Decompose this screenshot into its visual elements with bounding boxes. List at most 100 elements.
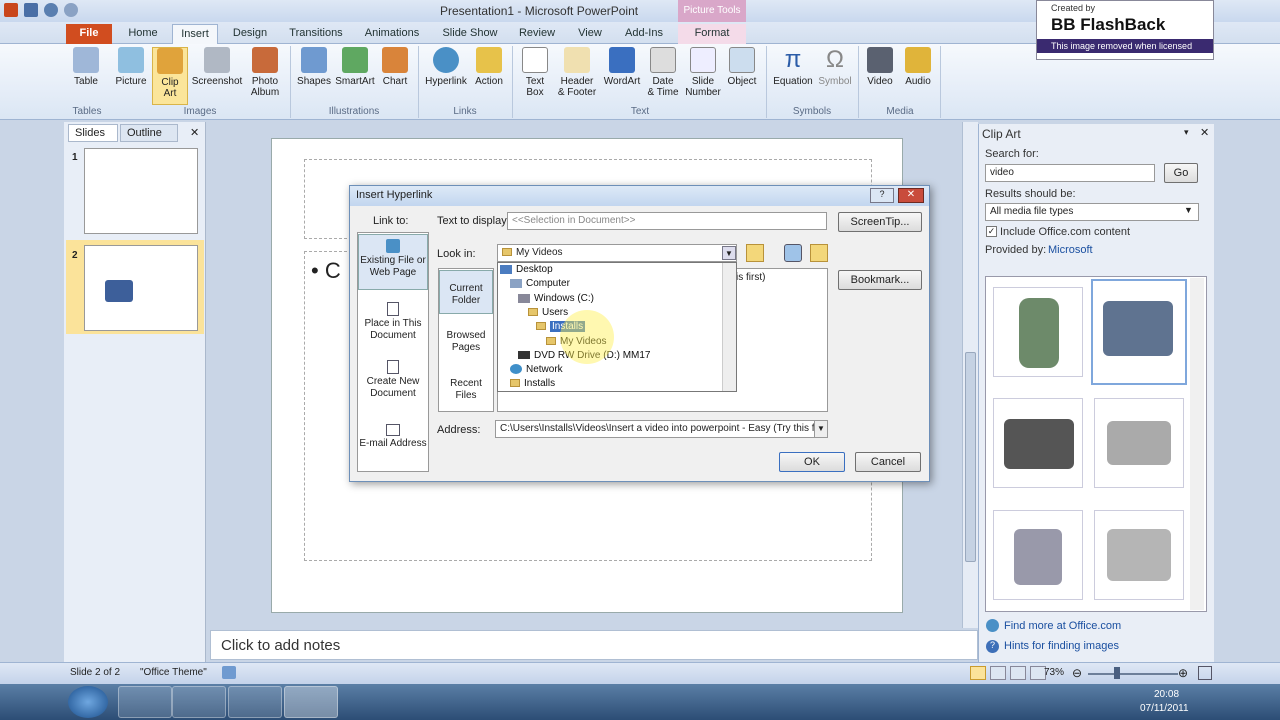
link-create-new[interactable]: Create New Document [358, 358, 428, 402]
taskbar-ie-icon[interactable] [228, 686, 282, 718]
wordart-button[interactable]: WordArt [600, 47, 644, 87]
zoom-slider-thumb[interactable] [1114, 667, 1120, 679]
find-more-link[interactable]: Find more at Office.com [1004, 620, 1121, 632]
include-checkbox[interactable]: ✓ [986, 226, 997, 237]
tree-users[interactable]: Users [528, 307, 568, 318]
tree-scrollbar[interactable] [722, 263, 736, 391]
smartart-button[interactable]: SmartArt [334, 47, 376, 87]
tree-computer[interactable]: Computer [510, 278, 570, 289]
symbol-button[interactable]: Ω Symbol [816, 47, 854, 88]
taskbar-powerpoint-icon[interactable] [284, 686, 338, 718]
chevron-down-icon[interactable]: ▼ [814, 420, 828, 438]
object-button[interactable]: Object [724, 47, 760, 87]
picture-button[interactable]: Picture [112, 47, 150, 87]
results-dropdown[interactable]: All media file types [985, 203, 1199, 221]
clock-date[interactable]: 07/11/2011 [1140, 703, 1189, 714]
save-icon[interactable] [24, 3, 38, 17]
clip-result-man-with-camera[interactable] [993, 287, 1083, 377]
tab-file[interactable]: File [66, 24, 112, 44]
tab-review[interactable]: Review [512, 24, 562, 44]
clock-time[interactable]: 20:08 [1154, 689, 1179, 700]
chevron-down-icon[interactable]: ▼ [722, 246, 736, 260]
clip-result-pro-camera[interactable] [993, 398, 1083, 488]
spell-check-icon[interactable] [222, 666, 236, 679]
canvas-scrollbar[interactable] [962, 122, 978, 628]
look-recent-files[interactable]: Recent Files [439, 366, 493, 410]
pane-menu-icon[interactable]: ▾ [1184, 127, 1189, 138]
browse-web-icon[interactable] [784, 244, 802, 262]
tab-view[interactable]: View [568, 24, 612, 44]
look-browsed-pages[interactable]: Browsed Pages [439, 318, 493, 362]
link-existing-file[interactable]: Existing File or Web Page [358, 234, 428, 290]
cancel-button[interactable]: Cancel [855, 452, 921, 472]
view-sorter-icon[interactable] [990, 666, 1006, 680]
close-icon[interactable]: ✕ [898, 188, 924, 203]
bookmark-button[interactable]: Bookmark... [838, 270, 922, 290]
text-to-display-input[interactable]: <<Selection in Document>> [507, 212, 827, 230]
close-pane-icon[interactable]: ✕ [1200, 126, 1209, 139]
help-icon[interactable]: ? [870, 188, 894, 203]
text-box-button[interactable]: Text Box [518, 47, 552, 98]
tab-slides[interactable]: Slides [68, 124, 118, 142]
header-footer-button[interactable]: Header & Footer [554, 47, 600, 98]
taskbar-media-icon[interactable] [172, 686, 226, 718]
video-button[interactable]: Video [862, 47, 898, 87]
tab-animations[interactable]: Animations [358, 24, 426, 44]
photo-album-button[interactable]: Photo Album [244, 47, 286, 98]
equation-button[interactable]: π Equation [770, 47, 816, 88]
slide-number-button[interactable]: Slide Number [682, 47, 724, 98]
link-email[interactable]: E-mail Address [358, 422, 428, 458]
file-list-partial-text[interactable]: is first) [736, 272, 765, 283]
screenshot-button[interactable]: Screenshot [190, 47, 244, 87]
start-button[interactable] [68, 686, 108, 718]
undo-icon[interactable] [44, 3, 58, 17]
tab-format[interactable]: Format [678, 24, 746, 44]
tree-windows-c[interactable]: Windows (C:) [518, 293, 594, 304]
zoom-out-icon[interactable]: ⊖ [1072, 666, 1082, 680]
clip-result-video-camera[interactable] [1091, 279, 1187, 385]
date-time-button[interactable]: Date & Time [644, 47, 682, 98]
shapes-button[interactable]: Shapes [294, 47, 334, 87]
tab-home[interactable]: Home [120, 24, 166, 44]
fit-slide-icon[interactable] [1198, 666, 1212, 680]
close-pane-icon[interactable]: ✕ [190, 126, 199, 139]
look-in-dropdown[interactable]: My Videos [497, 244, 737, 262]
gallery-scrollbar[interactable] [1190, 278, 1204, 610]
up-folder-icon[interactable] [746, 244, 764, 262]
ok-button[interactable]: OK [779, 452, 845, 472]
tab-slide-show[interactable]: Slide Show [436, 24, 504, 44]
tree-network[interactable]: Network [510, 364, 563, 375]
view-reading-icon[interactable] [1010, 666, 1026, 680]
address-input[interactable]: C:\Users\Installs\Videos\Insert a video … [495, 420, 815, 438]
chevron-down-icon[interactable]: ▼ [1184, 205, 1193, 215]
search-input[interactable]: video [985, 164, 1155, 182]
audio-button[interactable]: Audio [900, 47, 936, 87]
clip-result-silver-camera[interactable] [1094, 398, 1184, 488]
tree-desktop[interactable]: Desktop [500, 264, 553, 275]
clip-art-button[interactable]: Clip Art [152, 47, 188, 105]
zoom-level[interactable]: 73% [1044, 667, 1064, 678]
screentip-button[interactable]: ScreenTip... [838, 212, 922, 232]
tab-transitions[interactable]: Transitions [282, 24, 350, 44]
redo-icon[interactable] [64, 3, 78, 17]
tab-outline[interactable]: Outline [120, 124, 178, 142]
tab-insert[interactable]: Insert [172, 24, 218, 44]
hyperlink-button[interactable]: Hyperlink [422, 47, 470, 87]
chart-button[interactable]: Chart [378, 47, 412, 87]
link-place-in-document[interactable]: Place in This Document [358, 300, 428, 344]
clip-result-handycam[interactable] [993, 510, 1083, 600]
go-button[interactable]: Go [1164, 163, 1198, 183]
tab-add-ins[interactable]: Add-Ins [618, 24, 670, 44]
slide-thumbnail-1[interactable] [84, 148, 198, 234]
taskbar-explorer-icon[interactable] [118, 686, 172, 718]
view-normal-icon[interactable] [970, 666, 986, 680]
scroll-thumb[interactable] [965, 352, 976, 562]
tree-installs[interactable]: Installs [510, 378, 555, 389]
tab-design[interactable]: Design [224, 24, 276, 44]
zoom-slider[interactable] [1088, 673, 1178, 675]
hints-link[interactable]: Hints for finding images [1004, 640, 1119, 652]
powerpoint-app-icon[interactable] [4, 3, 18, 17]
provided-by-link[interactable]: Microsoft [1048, 244, 1093, 256]
action-button[interactable]: Action [472, 47, 506, 87]
slide-thumbnail-2[interactable] [84, 245, 198, 331]
